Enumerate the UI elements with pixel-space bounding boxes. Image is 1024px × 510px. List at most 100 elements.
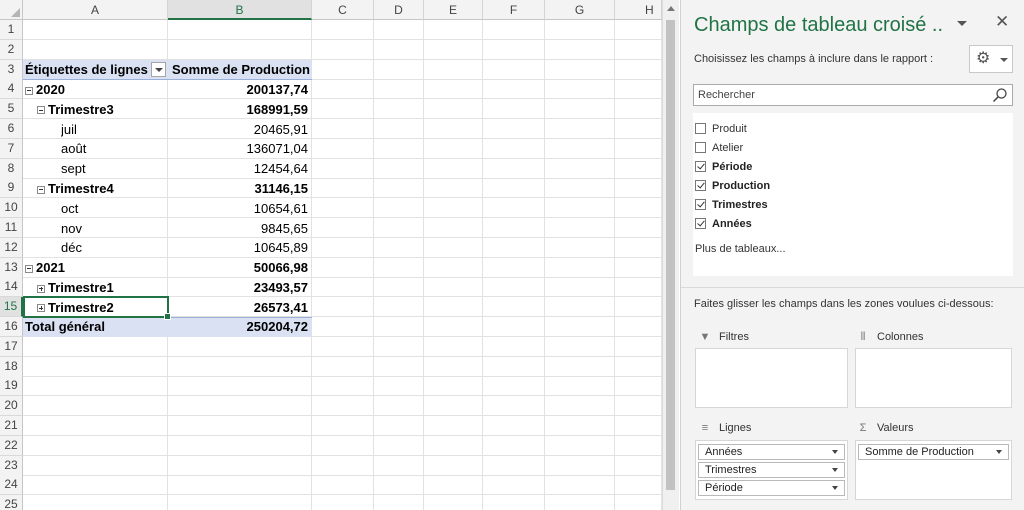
active-cell-selection[interactable] xyxy=(23,296,171,320)
row-header[interactable]: 15 xyxy=(0,297,23,318)
pivot-row-label[interactable]: nov xyxy=(61,219,163,238)
collapse-icon[interactable] xyxy=(37,106,45,115)
row-header[interactable]: 17 xyxy=(0,336,23,357)
row-header[interactable]: 18 xyxy=(0,356,23,377)
pivot-row-value[interactable]: 12454,64 xyxy=(168,159,311,178)
values-drop-zone[interactable]: Somme de Production xyxy=(855,440,1012,500)
chevron-down-icon[interactable] xyxy=(832,468,838,472)
spreadsheet-grid[interactable]: A B C D E F G H 1 2 3 4 5 6 7 8 9 10 11 12 13 14 15 16 1… xyxy=(0,0,662,510)
field-layout-settings-button[interactable]: ⚙ xyxy=(969,45,1013,73)
row-header[interactable]: 11 xyxy=(0,218,23,238)
vertical-scrollbar[interactable] xyxy=(662,0,679,510)
column-header-d[interactable]: D xyxy=(374,0,424,20)
column-header-c[interactable]: C xyxy=(312,0,374,20)
field-item[interactable]: Années xyxy=(695,215,752,233)
row-header[interactable]: 22 xyxy=(0,435,23,456)
chevron-down-icon[interactable] xyxy=(996,450,1002,454)
row-header[interactable]: 16 xyxy=(0,317,23,337)
row-header[interactable]: 13 xyxy=(0,257,23,278)
collapse-icon[interactable] xyxy=(37,185,45,194)
filters-drop-zone[interactable] xyxy=(695,348,848,408)
sum-of-production-header[interactable]: Somme de Production xyxy=(169,60,311,79)
chevron-down-icon[interactable] xyxy=(832,450,838,454)
pivot-row-value[interactable]: 26573,41 xyxy=(168,298,311,317)
row-header[interactable]: 6 xyxy=(0,119,23,139)
pivot-row-label[interactable]: 2020 xyxy=(25,80,163,99)
select-all-corner[interactable] xyxy=(0,0,23,20)
more-tables-link[interactable]: Plus de tableaux... xyxy=(695,243,786,255)
pivot-row-value[interactable]: 20465,91 xyxy=(168,120,311,139)
row-labels-filter-dropdown[interactable] xyxy=(151,62,166,77)
pivot-row-label[interactable]: oct xyxy=(61,199,163,218)
checkbox[interactable] xyxy=(695,217,706,229)
checkbox[interactable] xyxy=(695,160,706,172)
rows-field-periode[interactable]: Période xyxy=(698,480,845,496)
rows-drop-zone[interactable]: Années Trimestres Période xyxy=(695,440,848,500)
pivot-row-value[interactable]: 50066,98 xyxy=(168,258,311,277)
row-header[interactable]: 19 xyxy=(0,376,23,397)
chevron-down-icon[interactable] xyxy=(832,486,838,490)
row-header[interactable]: 20 xyxy=(0,396,23,417)
checkbox[interactable] xyxy=(695,141,706,153)
pivot-row-label[interactable]: août xyxy=(61,139,163,158)
pivot-row-value[interactable]: 9845,65 xyxy=(168,219,311,238)
collapse-icon[interactable] xyxy=(25,86,33,95)
columns-drop-zone[interactable] xyxy=(855,348,1012,408)
pane-options-dropdown-icon[interactable] xyxy=(957,21,967,26)
pivot-row-value[interactable]: 168991,59 xyxy=(168,100,311,119)
scrollbar-thumb[interactable] xyxy=(666,20,675,490)
row-header[interactable]: 24 xyxy=(0,475,23,496)
field-item[interactable]: Produit xyxy=(695,120,747,138)
field-item[interactable]: Production xyxy=(695,177,770,195)
row-header[interactable]: 21 xyxy=(0,416,23,436)
row-header[interactable]: 23 xyxy=(0,455,23,476)
values-field-sum-production[interactable]: Somme de Production xyxy=(858,444,1009,460)
checkbox[interactable] xyxy=(695,198,706,210)
grand-total-label[interactable]: Total général xyxy=(25,317,165,336)
rows-field-trimestres[interactable]: Trimestres xyxy=(698,462,845,478)
pivot-row-value[interactable]: 136071,04 xyxy=(168,139,311,158)
field-item[interactable]: Trimestres xyxy=(695,196,768,214)
row-header[interactable]: 3 xyxy=(0,59,23,80)
pivot-row-value[interactable]: 10654,61 xyxy=(168,199,311,218)
column-header-h[interactable]: H xyxy=(615,0,662,20)
column-header-e[interactable]: E xyxy=(424,0,483,20)
row-labels-header[interactable]: Étiquettes de lignes xyxy=(25,60,148,79)
grand-total-value[interactable]: 250204,72 xyxy=(168,317,311,336)
pivot-row-label[interactable]: déc xyxy=(61,238,163,257)
expand-icon[interactable] xyxy=(37,284,45,293)
field-search-input[interactable] xyxy=(694,85,988,105)
checkbox[interactable] xyxy=(695,179,706,191)
pivot-row-label[interactable]: sept xyxy=(61,159,163,178)
scroll-up-arrow-icon[interactable] xyxy=(667,6,675,11)
row-header[interactable]: 4 xyxy=(0,79,23,100)
pivot-row-value[interactable]: 31146,15 xyxy=(168,179,311,198)
row-header[interactable]: 25 xyxy=(0,495,23,510)
column-header-a[interactable]: A xyxy=(23,0,168,20)
row-header[interactable]: 10 xyxy=(0,198,23,219)
field-item[interactable]: Atelier xyxy=(695,139,743,157)
field-item[interactable]: Période xyxy=(695,158,752,176)
pivot-row-label[interactable]: Trimestre3 xyxy=(37,100,163,119)
column-header-f[interactable]: F xyxy=(483,0,545,20)
checkbox[interactable] xyxy=(695,122,706,134)
collapse-icon[interactable] xyxy=(25,264,33,273)
row-header[interactable]: 7 xyxy=(0,138,23,159)
column-header-g[interactable]: G xyxy=(545,0,615,20)
row-header[interactable]: 12 xyxy=(0,237,23,258)
row-header[interactable]: 14 xyxy=(0,277,23,298)
close-icon[interactable]: ✕ xyxy=(995,12,1009,32)
field-search-box[interactable] xyxy=(693,84,1013,106)
pivot-row-value[interactable]: 200137,74 xyxy=(168,80,311,99)
column-header-b[interactable]: B xyxy=(168,0,312,20)
pivot-row-value[interactable]: 23493,57 xyxy=(168,278,311,297)
row-header[interactable]: 2 xyxy=(0,39,23,60)
pivot-row-label[interactable]: juil xyxy=(61,120,163,139)
row-header[interactable]: 5 xyxy=(0,99,23,120)
pivot-row-value[interactable]: 10645,89 xyxy=(168,238,311,257)
search-icon[interactable] xyxy=(992,87,1008,103)
pivot-row-label[interactable]: Trimestre4 xyxy=(37,179,163,198)
row-header[interactable]: 1 xyxy=(0,20,23,40)
row-header[interactable]: 8 xyxy=(0,158,23,179)
row-header[interactable]: 9 xyxy=(0,178,23,199)
